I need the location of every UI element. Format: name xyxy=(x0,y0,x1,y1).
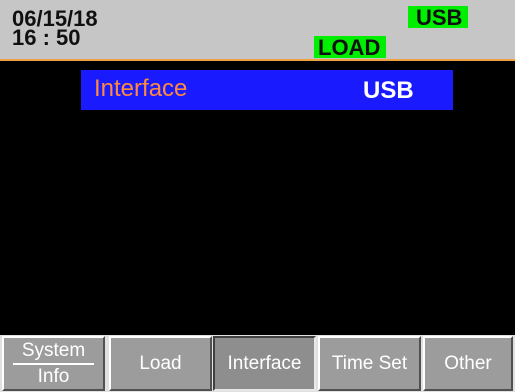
softkey-divider xyxy=(12,362,95,365)
softkey-interface-label: Interface xyxy=(227,352,302,374)
device-screen: 06/15/18 16 : 50 USB LOAD Interface USB … xyxy=(0,0,515,392)
softkey-bar: System Info Load Interface Time Set Othe… xyxy=(0,335,515,392)
time-display: 16 : 50 xyxy=(12,25,81,50)
softkey-load[interactable]: Load xyxy=(109,336,212,391)
softkey-info-label: Info xyxy=(37,365,70,387)
softkey-other-label: Other xyxy=(444,352,492,374)
interface-setting-label: Interface xyxy=(94,75,188,102)
softkey-system-label: System xyxy=(21,339,86,361)
softkey-load-label: Load xyxy=(139,352,182,374)
load-indicator-badge: LOAD xyxy=(314,36,387,60)
interface-setting-row[interactable]: Interface USB xyxy=(81,70,453,110)
settings-panel: Interface USB xyxy=(6,63,509,335)
softkey-system-info[interactable]: System Info xyxy=(2,336,105,391)
softkey-other[interactable]: Other xyxy=(423,336,513,391)
softkey-time-set[interactable]: Time Set xyxy=(318,336,421,391)
interface-setting-value[interactable]: USB xyxy=(363,77,414,105)
softkey-interface[interactable]: Interface xyxy=(213,336,316,391)
status-bar: 06/15/18 16 : 50 USB LOAD xyxy=(0,0,515,61)
usb-indicator-badge: USB xyxy=(408,6,469,30)
softkey-time-set-label: Time Set xyxy=(331,352,408,374)
